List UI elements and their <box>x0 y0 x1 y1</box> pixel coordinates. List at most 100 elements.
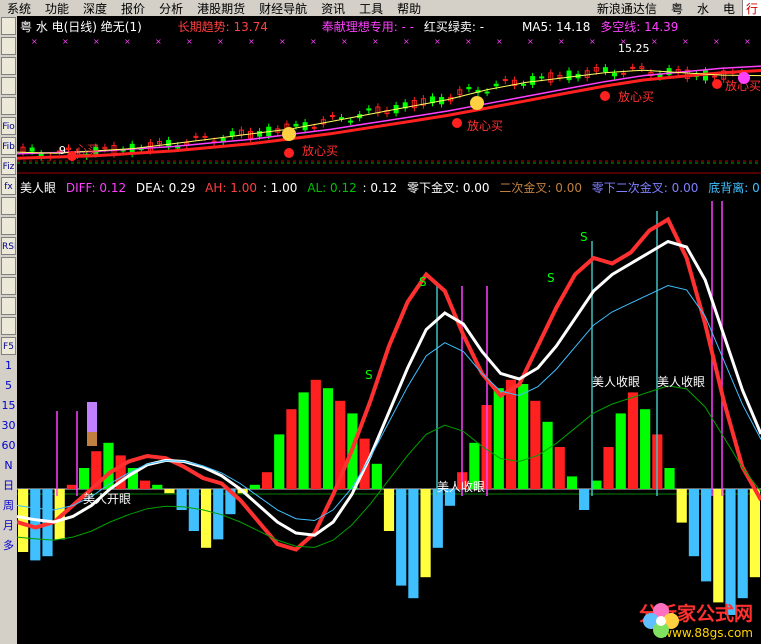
magenta-circle-icon <box>738 72 750 84</box>
candle-body <box>630 66 636 69</box>
candle-body <box>521 83 526 86</box>
menu-right-1[interactable]: 粤 <box>664 0 690 17</box>
candle-body <box>602 67 608 72</box>
grid-icon[interactable] <box>1 97 16 115</box>
candle-body <box>612 72 617 77</box>
menu-item-7[interactable]: 资讯 <box>314 0 352 17</box>
low-price-label: 9 <box>59 144 66 157</box>
ma5-label: MA5: <box>521 20 553 34</box>
l1-value: 0.00 <box>462 181 490 195</box>
macd-bar <box>420 489 431 578</box>
chart-icon[interactable] <box>1 17 16 35</box>
smiley-icon <box>282 127 296 141</box>
move-icon[interactable] <box>1 277 16 295</box>
l2-label: 二次金叉: <box>499 181 552 195</box>
period-button-7[interactable]: 周 <box>1 497 16 515</box>
al-label: AL: <box>307 181 327 195</box>
macd-bar <box>591 480 602 489</box>
period-button-3[interactable]: 30 <box>1 417 16 435</box>
menu-item-8[interactable]: 工具 <box>352 0 390 17</box>
chart-canvas[interactable]: × × × × × × × × × × × × × × × × × × × × × × × ×放心买放心买放心买放心买心买15… <box>17 16 761 644</box>
corner-button[interactable]: 行 <box>741 0 761 17</box>
period-button-2[interactable]: 15 <box>1 397 16 415</box>
macd-bar <box>579 489 590 510</box>
macd-bar <box>322 388 334 489</box>
macd-bar <box>615 413 626 489</box>
menu-item-0[interactable]: 系统 <box>0 0 38 17</box>
macd-bar <box>640 409 651 489</box>
star-marker: × <box>341 37 348 46</box>
star-marker: × <box>248 37 255 46</box>
menu-item-6[interactable]: 财经导航 <box>252 0 314 17</box>
menu-right-0[interactable]: 新浪通达信 <box>590 0 664 17</box>
candle-body <box>539 76 545 79</box>
bar-icon[interactable] <box>1 37 16 55</box>
star-marker: × <box>31 37 38 46</box>
pen-icon[interactable] <box>1 317 16 335</box>
buy-signal-dot <box>712 79 722 89</box>
star-marker: × <box>279 37 286 46</box>
fx-icon[interactable]: fx <box>1 177 16 195</box>
menu-item-3[interactable]: 报价 <box>114 0 152 17</box>
exit-icon[interactable] <box>1 297 16 315</box>
period-button-9[interactable]: 多 <box>1 537 16 555</box>
period-button-6[interactable]: 日 <box>1 477 16 495</box>
period-button-4[interactable]: 60 <box>1 437 16 455</box>
period-button-5[interactable]: N <box>1 457 16 475</box>
main-chart-header: 粤 水 电(日线) 绝无(1) 长期趋势: 13.74 奉献理想专用: - - … <box>20 19 684 35</box>
star-marker: × <box>403 37 410 46</box>
macd-bar <box>701 489 712 582</box>
macd-bar <box>152 484 163 489</box>
macd-bar <box>396 489 407 586</box>
period-button-1[interactable]: 5 <box>1 377 16 395</box>
fib-icon[interactable]: Fib <box>1 137 16 155</box>
macd-bar <box>310 379 321 489</box>
ideal-value: - - <box>401 20 415 34</box>
f5-icon[interactable]: F5 <box>1 337 16 355</box>
star-marker: × <box>372 37 379 46</box>
fio-icon[interactable]: Fio <box>1 117 16 135</box>
menu-item-1[interactable]: 功能 <box>38 0 76 17</box>
buy-signal-dot <box>452 118 462 128</box>
star-marker: × <box>217 37 224 46</box>
menu-item-4[interactable]: 分析 <box>152 0 190 17</box>
menu-item-9[interactable]: 帮助 <box>390 0 428 17</box>
ah-label: AH: <box>205 181 227 195</box>
period-button-0[interactable]: 1 <box>1 357 16 375</box>
macd-bar <box>432 489 443 548</box>
signal-block <box>87 432 97 446</box>
multi-label: 多空线: <box>600 20 641 34</box>
dea-label: DEA: <box>135 181 165 195</box>
smiley-icon <box>470 96 484 110</box>
star-marker: × <box>496 37 503 46</box>
candle-body <box>339 117 344 120</box>
rsi-icon[interactable]: RSI <box>1 237 16 255</box>
menu-item-2[interactable]: 深度 <box>76 0 114 17</box>
l3-value: 0.00 <box>671 181 699 195</box>
period-button-8[interactable]: 月 <box>1 517 16 535</box>
k-icon[interactable] <box>1 57 16 75</box>
star-marker: × <box>651 37 658 46</box>
macd-bar <box>66 484 77 489</box>
fiz-icon[interactable]: Fiz <box>1 157 16 175</box>
multi-icon[interactable] <box>1 217 16 235</box>
candle-body <box>311 126 317 129</box>
candle-body <box>366 108 372 111</box>
arrow-icon[interactable] <box>1 257 16 275</box>
buy-label: 心买 <box>75 143 99 157</box>
line-icon[interactable] <box>1 77 16 95</box>
buy-label: 放心买 <box>302 143 338 158</box>
open-eye-label: 美人开眼 <box>83 492 131 506</box>
candle-body <box>566 70 572 81</box>
ideal-label: 奉献理想专用: <box>321 20 398 34</box>
menu-right-3[interactable]: 电 <box>716 0 742 17</box>
zoom-icon[interactable] <box>1 197 16 215</box>
menu-right-2[interactable]: 水 <box>690 0 716 17</box>
macd-bar <box>249 484 260 489</box>
close-eye-label: 美人收眼 <box>437 480 485 494</box>
chart-area[interactable]: × × × × × × × × × × × × × × × × × × × × × × × × 放心买 放心买 放心买 放心买 心买 15… <box>17 16 761 644</box>
macd-bar <box>749 489 760 578</box>
ah-value: 1.00 <box>230 181 257 195</box>
menu-item-5[interactable]: 港股期货 <box>190 0 252 17</box>
s-marker: S <box>419 275 427 289</box>
